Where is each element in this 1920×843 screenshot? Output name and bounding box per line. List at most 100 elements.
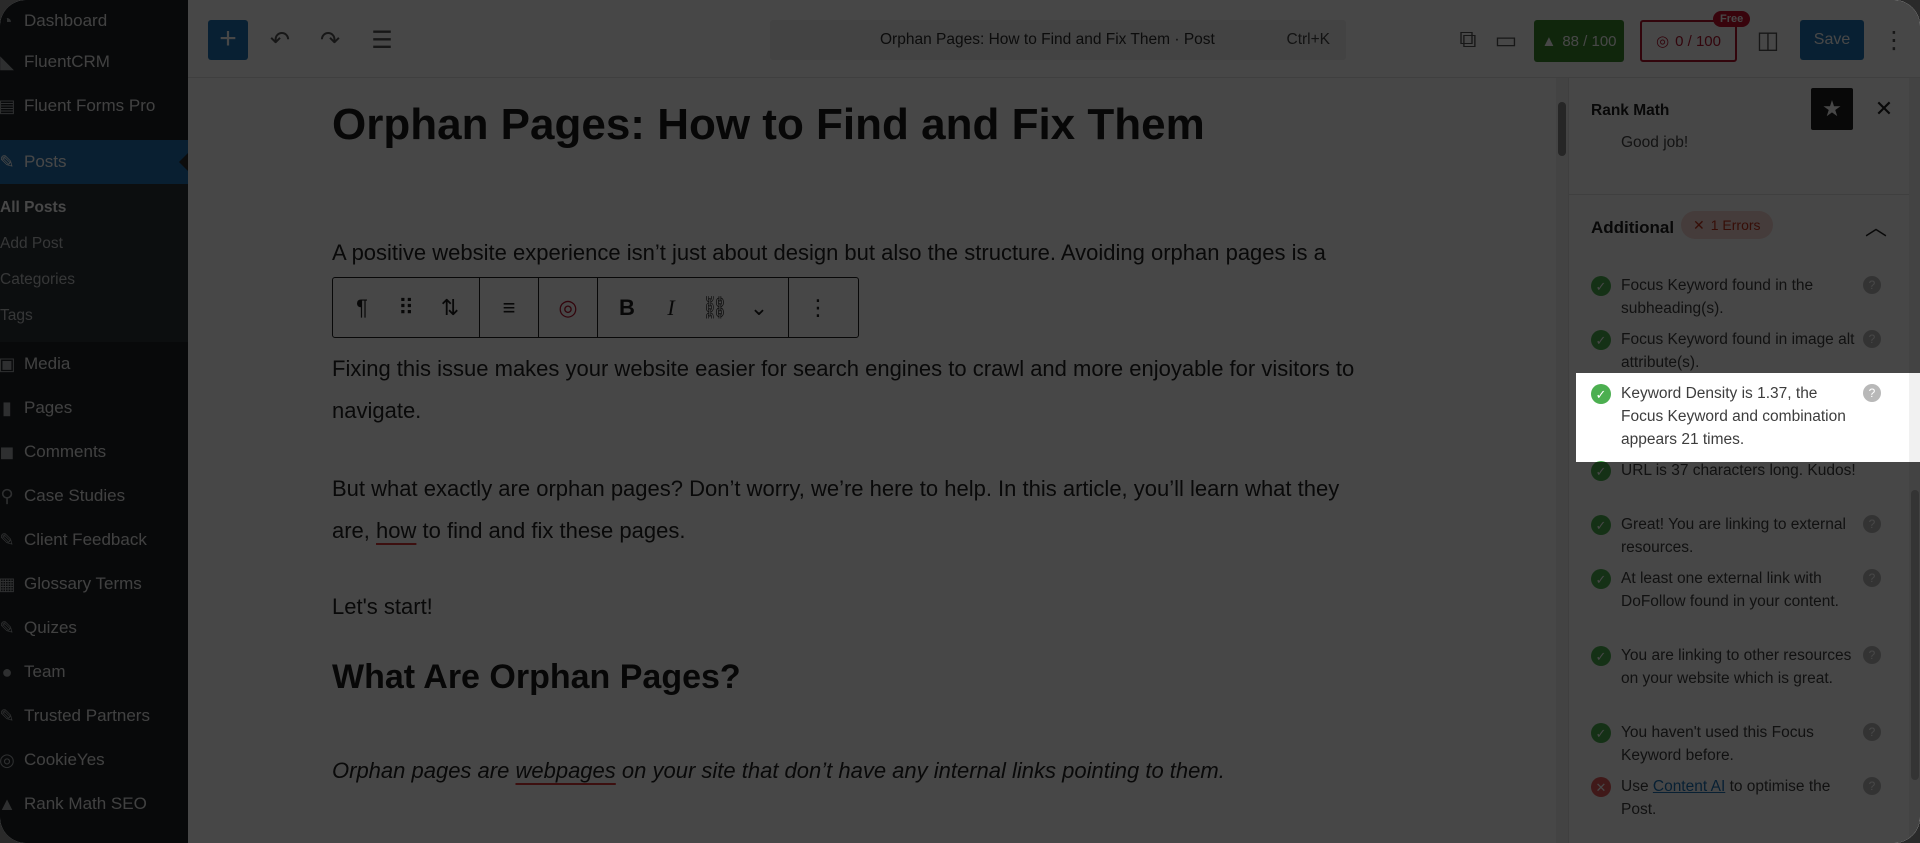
submenu-categories[interactable]: Categories [0, 262, 188, 298]
pin-icon: ✎ [0, 151, 15, 172]
content-ai-icon: ◎ [1656, 33, 1670, 50]
sidebar-item-label: Comments [24, 442, 107, 461]
scrollbar-thumb[interactable] [1911, 490, 1919, 780]
sidebar-item-dashboard[interactable]: ◔ Dashboard [0, 2, 188, 40]
heading-2[interactable]: What Are Orphan Pages? [332, 658, 741, 697]
drag-icon: ⠿ [397, 294, 415, 320]
content-ai-score: 0 / 100 [1675, 32, 1721, 50]
more-formatting-button[interactable]: ⌄ [738, 287, 780, 329]
plus-icon: + [219, 22, 237, 55]
check-text: Use Content AI to optimise the Post. [1621, 775, 1861, 821]
help-icon[interactable]: ? [1863, 569, 1881, 587]
sidebar-item-team[interactable]: ● Team [0, 650, 188, 694]
drag-handle[interactable]: ⠿ [385, 287, 427, 329]
post-title[interactable]: Orphan Pages: How to Find and Fix Them [332, 100, 1205, 150]
paragraph-1[interactable]: A positive website experience isn’t just… [332, 232, 1392, 274]
help-icon[interactable]: ? [1863, 515, 1881, 533]
fluentcrm-icon: ◣ [0, 51, 14, 72]
external-link-icon: ⧉ [1459, 26, 1477, 53]
help-icon[interactable]: ? [1863, 646, 1881, 664]
content-ai-link[interactable]: Content AI [1653, 778, 1725, 795]
spotlight-highlight [1576, 373, 1920, 462]
command-palette-search[interactable]: Orphan Pages: How to Find and Fix Them ·… [770, 20, 1346, 60]
bold-button[interactable]: B [606, 287, 648, 329]
close-icon: ✕ [1874, 96, 1894, 121]
check-text: At least one external link with DoFollow… [1621, 570, 1839, 610]
sidebar-item-comments[interactable]: ◼ Comments [0, 430, 188, 474]
check-icon: ✓ [1591, 515, 1611, 535]
spellcheck-word: webpages [515, 758, 616, 783]
sidebar-item-label: FluentCRM [24, 52, 110, 71]
undo-button[interactable]: ↶ [262, 22, 298, 58]
sidebar-item-label: Media [24, 354, 71, 373]
block-toolbar-group: ◎ [539, 278, 598, 337]
add-block-button[interactable]: + [208, 20, 248, 60]
section-title[interactable]: Additional [1591, 218, 1674, 238]
settings-panel-toggle[interactable]: ◫ [1750, 22, 1786, 58]
paragraph-5[interactable]: Orphan pages are webpages on your site t… [332, 750, 1392, 792]
sidebar-item-label: Trusted Partners [24, 706, 150, 725]
spellcheck-word: how [376, 518, 417, 543]
content-ai-icon: ◎ [558, 294, 578, 320]
help-icon[interactable]: ? [1863, 330, 1881, 348]
check-text: URL is 37 characters long. Kudos! [1621, 462, 1856, 479]
save-button[interactable]: Save [1800, 20, 1864, 60]
check-icon: ✓ [1591, 276, 1611, 296]
paragraph-2[interactable]: Fixing this issue makes your website eas… [332, 348, 1392, 432]
sidebar-item-posts[interactable]: ✎ Posts [0, 140, 188, 184]
sidebar-item-label: Dashboard [24, 11, 108, 30]
content-ai-button[interactable]: ◎ [547, 287, 589, 329]
sidebar-item-label: Client Feedback [24, 530, 147, 549]
seo-score-button[interactable]: ▲ 88 / 100 [1534, 20, 1624, 62]
document-title: Orphan Pages: How to Find and Fix Them ·… [880, 31, 1215, 48]
editor-scrollbar[interactable] [1556, 78, 1568, 843]
sidebar-item-client-feedback[interactable]: ✎ Client Feedback [0, 518, 188, 562]
help-icon[interactable]: ? [1863, 723, 1881, 741]
redo-button[interactable]: ↷ [312, 22, 348, 58]
sidebar-item-media[interactable]: ▣ Media [0, 342, 188, 386]
check-icon: ✓ [1591, 461, 1611, 481]
move-block-button[interactable]: ⇅ [429, 287, 471, 329]
pin-icon: ✎ [0, 705, 15, 726]
media-icon: ▣ [0, 353, 16, 374]
italic-button[interactable]: I [650, 287, 692, 329]
free-badge: Free [1713, 11, 1751, 27]
sidebar-item-trusted-partners[interactable]: ✎ Trusted Partners [0, 694, 188, 738]
panel-title: Rank Math [1591, 102, 1670, 119]
cookie-icon: ◎ [0, 749, 15, 770]
close-panel-button[interactable]: ✕ [1867, 92, 1901, 126]
sidebar-item-rank-math[interactable]: ▲ Rank Math SEO [0, 782, 188, 826]
collapse-section-button[interactable]: ︿ [1865, 210, 1887, 242]
help-icon[interactable]: ? [1863, 276, 1881, 294]
sidebar-item-fluentcrm[interactable]: ◣ FluentCRM [0, 40, 188, 84]
paragraph-3[interactable]: But what exactly are orphan pages? Don’t… [332, 468, 1392, 552]
document-overview-button[interactable]: ☰ [364, 22, 400, 58]
comments-icon: ◼ [0, 441, 15, 462]
view-post-button[interactable]: ⧉ [1450, 22, 1486, 58]
sidebar-item-pages[interactable]: ▮ Pages [0, 386, 188, 430]
submenu-add-post[interactable]: Add Post [0, 226, 188, 262]
check-icon: ✓ [1591, 330, 1611, 350]
link-button[interactable]: ⛓ [694, 287, 736, 329]
block-options-button[interactable]: ⋮ [797, 287, 839, 329]
options-menu-button[interactable]: ⋮ [1876, 22, 1912, 58]
align-button[interactable]: ≡ [488, 287, 530, 329]
rankmath-icon: ▲ [0, 793, 16, 814]
pin-panel-button[interactable]: ★ [1811, 88, 1853, 130]
submenu-tags[interactable]: Tags [0, 298, 188, 334]
check-text: You are linking to other resources on yo… [1621, 647, 1852, 687]
sidebar-item-fluent-forms[interactable]: ▤ Fluent Forms Pro [0, 84, 188, 128]
submenu-all-posts[interactable]: All Posts [0, 190, 188, 226]
scrollbar-thumb[interactable] [1558, 102, 1566, 156]
sidebar-item-quizes[interactable]: ✎ Quizes [0, 606, 188, 650]
preview-button[interactable]: ▭ [1488, 22, 1524, 58]
sidebar-item-cookieyes[interactable]: ◎ CookieYes [0, 738, 188, 782]
help-icon[interactable]: ? [1863, 777, 1881, 795]
paragraph-5-text: Orphan pages are [332, 758, 516, 783]
block-toolbar-group: B I ⛓ ⌄ [598, 278, 789, 337]
sidebar-item-case-studies[interactable]: ⚲ Case Studies [0, 474, 188, 518]
paragraph-4[interactable]: Let's start! [332, 586, 1392, 628]
paragraph-block-button[interactable]: ¶ [341, 287, 383, 329]
sidebar-item-glossary[interactable]: ▦ Glossary Terms [0, 562, 188, 606]
seo-score: 88 / 100 [1562, 32, 1617, 50]
